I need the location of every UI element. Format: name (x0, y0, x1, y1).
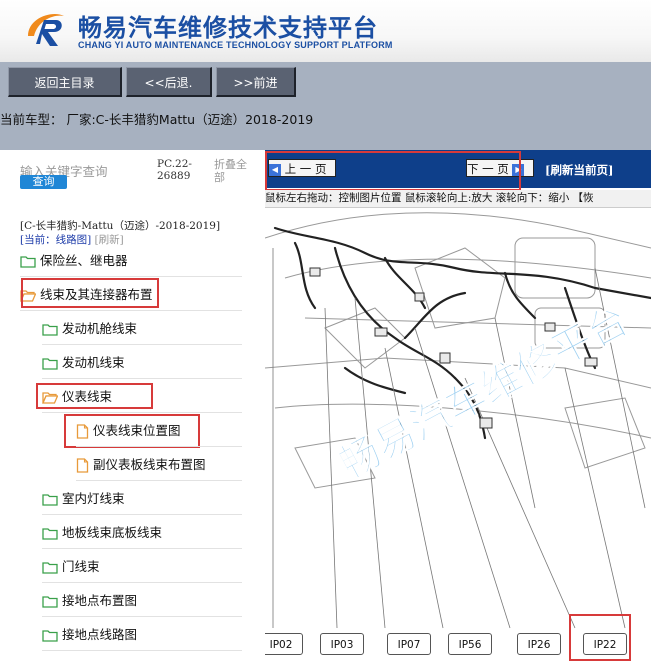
connector-label[interactable]: IP07 (387, 633, 431, 655)
tree-refresh-link[interactable]: [刷新] (95, 234, 124, 246)
tree-divider (42, 514, 242, 515)
tree-item-ground-circuit[interactable]: 接地点线路图 (42, 623, 137, 647)
tree-path: [C-长丰猎豹-Mattu（迈途）-2018-2019] (20, 220, 221, 232)
folder-icon (42, 528, 58, 540)
current-model-bar: 当前车型： 厂家:C-长丰猎豹Mattu（迈途）2018-2019 (0, 102, 651, 150)
fold-all-link[interactable]: 折叠全部 (214, 158, 254, 184)
connector-label[interactable]: IP56 (448, 633, 492, 655)
tree-item-label: 接地点布置图 (62, 593, 138, 608)
brand-title: 畅易汽车维修技术支持平台 (78, 14, 378, 42)
tree-divider (42, 378, 242, 379)
connector-label[interactable]: IP03 (320, 633, 364, 655)
tree-item-fuses[interactable]: 保险丝、继电器 (20, 249, 128, 273)
forward-button[interactable]: >>前进 (216, 67, 296, 97)
tree-item-label: 门线束 (62, 559, 100, 574)
tree-current: [当前：线路图] [刷新] (20, 232, 124, 247)
highlight-box (21, 278, 159, 308)
tree-divider (42, 582, 242, 583)
folder-icon (20, 256, 36, 268)
tree-divider (42, 344, 242, 345)
back-button[interactable]: <<后退. (126, 67, 212, 97)
tree-item-label: 保险丝、继电器 (40, 253, 128, 268)
logo-icon (28, 14, 64, 46)
highlight-box (265, 151, 521, 191)
tree-item-engine-harness[interactable]: 发动机线束 (42, 351, 125, 375)
tree-divider (20, 276, 242, 277)
folder-icon (42, 562, 58, 574)
home-button[interactable]: 返回主目录 (8, 67, 122, 97)
search-button[interactable]: 查询 (20, 175, 67, 189)
left-panel: 输入关键字查询 查询 PC.22-26889 折叠全部 [C-长丰猎豹-Matt… (0, 150, 265, 663)
tree-divider (42, 412, 242, 413)
tree-divider (42, 548, 242, 549)
connector-label[interactable]: IP26 (517, 633, 561, 655)
wiring-diagram[interactable]: 畅易汽车维修平台 IP02 IP03 IP07 IP56 IP26 IP22 (265, 208, 651, 663)
tree-item-interior-light-harness[interactable]: 室内灯线束 (42, 487, 125, 511)
dashboard-drawing (265, 212, 651, 629)
folder-icon (42, 596, 58, 608)
connector-label[interactable]: IP02 (265, 633, 303, 655)
tree-item-engine-bay-harness[interactable]: 发动机舱线束 (42, 317, 137, 341)
tree-item-label: 地板线束底板线束 (62, 525, 163, 540)
folder-icon (42, 494, 58, 506)
tree-divider (42, 616, 242, 617)
refresh-current-page[interactable]: [刷新当前页] (545, 162, 613, 178)
tree-item-label: 发动机舱线束 (62, 321, 138, 336)
highlight-box (569, 614, 631, 661)
tree-item-label: 接地点线路图 (62, 627, 138, 642)
tree-item-label: 发动机线束 (62, 355, 125, 370)
tree-item-sub-dash-harness[interactable]: 副仪表板线束布置图 (76, 453, 206, 477)
tree-divider (42, 650, 242, 651)
tree-divider (76, 480, 242, 481)
tree-current-label: [当前：线路图] (20, 234, 92, 246)
tree-item-floor-harness[interactable]: 地板线束底板线束 (42, 521, 162, 545)
folder-icon (42, 358, 58, 370)
current-model-text: 当前车型： 厂家:C-长丰猎豹Mattu（迈途）2018-2019 (0, 112, 314, 127)
tree-item-ground-layout[interactable]: 接地点布置图 (42, 589, 137, 613)
tree-item-door-harness[interactable]: 门线束 (42, 555, 100, 579)
file-icon (76, 458, 89, 473)
viewer-hint: 鼠标左右拖动：控制图片位置 鼠标滚轮向上:放大 滚轮向下：缩小 【恢 (265, 190, 651, 208)
highlight-box (64, 414, 200, 448)
app-header: 畅易汽车维修技术支持平台 CHANG YI AUTO MAINTENANCE T… (0, 0, 651, 62)
brand-subtitle: CHANG YI AUTO MAINTENANCE TECHNOLOGY SUP… (78, 40, 393, 50)
tree-divider (76, 446, 242, 447)
highlight-box (36, 383, 153, 409)
nav-bar: 返回主目录 <<后退. >>前进 (0, 62, 651, 102)
pc-code: PC.22-26889 (157, 158, 192, 182)
tree-divider (20, 310, 242, 311)
diagram-viewer: ◀ 上 一 页 下 一 页 ▶ [刷新当前页] 鼠标左右拖动：控制图片位置 鼠标… (265, 150, 651, 663)
tree-item-label: 室内灯线束 (62, 491, 125, 506)
tree-item-label: 副仪表板线束布置图 (93, 457, 206, 472)
folder-icon (42, 630, 58, 642)
folder-icon (42, 324, 58, 336)
